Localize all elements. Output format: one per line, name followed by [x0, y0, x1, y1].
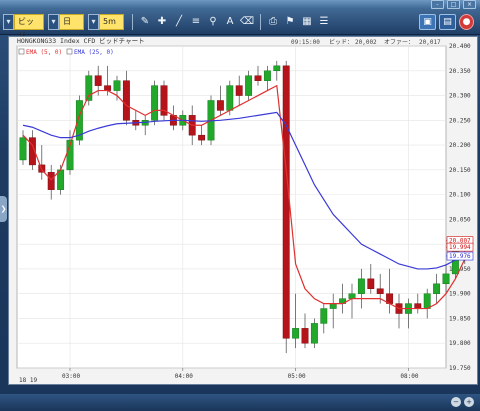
- chart-title: HONGKONG33 Index CFD ビッドチャート: [17, 37, 145, 45]
- candle-body: [376, 288, 384, 294]
- crosshair-icon[interactable]: ✚: [154, 14, 170, 30]
- period-value[interactable]: 日: [59, 13, 84, 30]
- candle-body: [292, 328, 300, 339]
- text-icon[interactable]: A: [222, 14, 238, 30]
- chart-area[interactable]: 20.400 20.350 20.300 20.250 20.200 20.150 20.1…: [8, 36, 478, 385]
- legend-ema5: EMA (5, 0): [26, 49, 62, 56]
- candle-body: [198, 134, 206, 141]
- price-label-text: 19.976: [449, 253, 471, 260]
- print-icon[interactable]: ⎙: [265, 14, 281, 30]
- chart-icon[interactable]: ▤: [439, 13, 456, 30]
- candle-body: [235, 85, 243, 96]
- pencil-icon[interactable]: ✎: [137, 14, 153, 30]
- list-icon[interactable]: ☰: [316, 14, 332, 30]
- candle-body: [122, 80, 130, 121]
- legend-checkbox-ema25[interactable]: [66, 48, 73, 55]
- info-time: 09:15:00: [291, 39, 320, 46]
- title-bar: - □ ×: [0, 0, 480, 9]
- chevron-down-icon[interactable]: ▾: [3, 13, 14, 30]
- price-labels: 20.00719.99419.976: [446, 236, 474, 261]
- maximize-button[interactable]: □: [447, 0, 460, 9]
- chevron-down-icon[interactable]: ▾: [48, 13, 59, 30]
- eraser-icon[interactable]: ⌫: [239, 14, 255, 30]
- candle-body: [310, 323, 318, 344]
- candle-body: [47, 172, 55, 190]
- candle-body: [357, 278, 365, 294]
- candle-body: [245, 75, 253, 96]
- y-tick-label: 20.100: [449, 192, 471, 199]
- candle-body: [113, 80, 121, 91]
- y-tick-label: 19.800: [449, 340, 471, 347]
- ball-icon[interactable]: ●: [459, 13, 474, 30]
- line-icon[interactable]: ╱: [171, 14, 187, 30]
- candlestick-chart[interactable]: 20.400 20.350 20.300 20.250 20.200 20.150 20.1…: [9, 37, 477, 384]
- candle-body: [442, 273, 450, 285]
- y-tick-label: 20.300: [449, 93, 471, 100]
- y-tick-label: 20.250: [449, 117, 471, 124]
- y-tick-label: 19.750: [449, 365, 471, 372]
- chevron-down-icon[interactable]: ▾: [88, 13, 99, 30]
- zoom-out-icon[interactable]: −: [451, 397, 461, 407]
- y-tick-label: 20.150: [449, 167, 471, 174]
- candle-body: [329, 303, 337, 309]
- legend-checkbox-ema5[interactable]: [18, 48, 25, 55]
- toolbar-separator: [132, 13, 133, 30]
- candle-body: [320, 308, 328, 324]
- y-tick-label: 20.050: [449, 216, 471, 223]
- flag-icon[interactable]: ⚑: [282, 14, 298, 30]
- hline-icon[interactable]: ≡: [188, 14, 204, 30]
- candle-body: [301, 328, 309, 344]
- status-bar: − +: [0, 394, 480, 411]
- interval-value[interactable]: 5m: [99, 13, 124, 30]
- candle-body: [423, 293, 431, 309]
- period-dropdown[interactable]: ▾ 日: [48, 13, 84, 30]
- y-tick-label: 19.850: [449, 315, 471, 322]
- candle-body: [254, 75, 262, 81]
- x-tick-label: 03:00: [62, 373, 80, 380]
- info-offer: 20,017: [419, 39, 441, 46]
- y-tick-label: 20.200: [449, 142, 471, 149]
- minimize-button[interactable]: -: [431, 0, 444, 9]
- price-type-value[interactable]: ビッド: [14, 13, 44, 40]
- toolbar-separator: [260, 13, 261, 30]
- candle-body: [216, 100, 224, 111]
- zoom-in-icon[interactable]: +: [464, 397, 474, 407]
- info-bid: 20,002: [355, 39, 377, 46]
- candle-body: [367, 278, 375, 289]
- x-tick-label: 04:00: [175, 373, 193, 380]
- candle-body: [433, 283, 441, 294]
- y-tick-label: 20.400: [449, 43, 471, 50]
- toolbar: ▾ ビッド ▾ 日 ▾ 5m ✎ ✚ ╱ ≡ ⚲ A ⌫ ⎙ ⚑ ▦ ☰ ▣ ▤…: [0, 10, 480, 40]
- candle-body: [104, 85, 112, 91]
- info-bid-label: ビッド：: [329, 38, 353, 46]
- side-panel-toggle[interactable]: ❯: [0, 196, 7, 222]
- candle-body: [273, 65, 281, 72]
- chart-window: - □ × ▾ ビッド ▾ 日 ▾ 5m ✎ ✚ ╱ ≡ ⚲ A ⌫ ⎙ ⚑ ▦…: [0, 0, 480, 411]
- x-tick-label: 08:00: [400, 373, 418, 380]
- candle-body: [414, 303, 422, 309]
- close-button[interactable]: ×: [463, 0, 476, 9]
- legend-ema25: EMA (25, 0): [74, 49, 114, 56]
- candle-body: [348, 293, 356, 299]
- y-tick-label: 19.900: [449, 291, 471, 298]
- candle-body: [282, 65, 290, 339]
- grid-icon[interactable]: ▦: [299, 14, 315, 30]
- monitor-icon[interactable]: ▣: [419, 13, 436, 30]
- candle-body: [226, 85, 234, 111]
- candle-body: [19, 137, 27, 161]
- price-type-dropdown[interactable]: ▾ ビッド: [3, 13, 44, 40]
- price-label-text: 19.994: [449, 244, 471, 251]
- pin-icon[interactable]: ⚲: [205, 14, 221, 30]
- y-tick-label: 20.350: [449, 68, 471, 75]
- x-tick-label: 05:00: [288, 373, 306, 380]
- candle-body: [263, 70, 271, 81]
- candle-body: [94, 75, 102, 86]
- info-readout: 09:15:00 ビッド： 20,002 オファー： 20,017: [291, 38, 441, 46]
- interval-dropdown[interactable]: ▾ 5m: [88, 13, 124, 30]
- candle-body: [151, 85, 159, 121]
- info-offer-label: オファー：: [384, 39, 414, 46]
- footer-left: 18 19: [19, 377, 37, 384]
